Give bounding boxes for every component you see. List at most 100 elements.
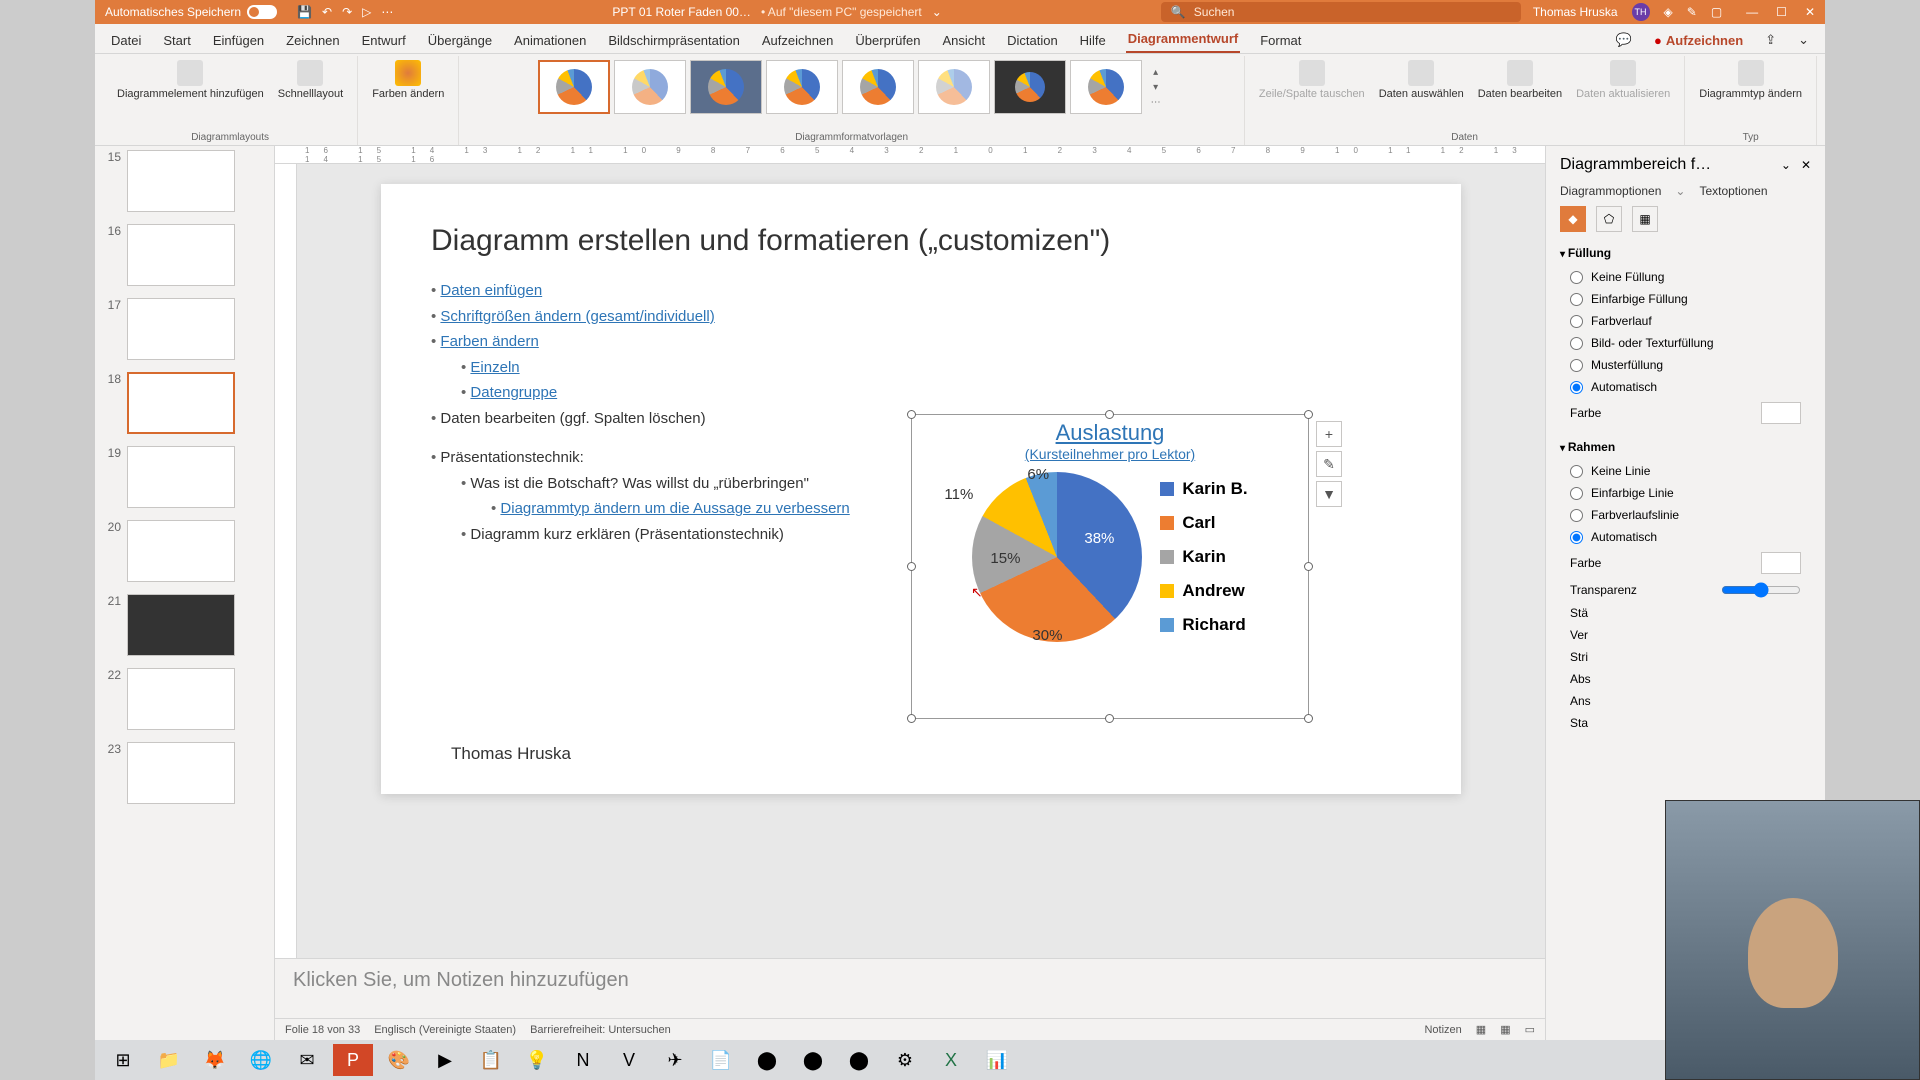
window-icon[interactable]: ▢ <box>1711 5 1722 19</box>
tab-ansicht[interactable]: Ansicht <box>940 28 987 53</box>
app-icon[interactable]: 📋 <box>471 1044 511 1076</box>
style-6[interactable] <box>918 60 990 114</box>
select-data-button[interactable]: Daten auswählen <box>1373 56 1470 105</box>
resize-handle[interactable] <box>907 714 916 723</box>
bullet-link[interactable]: Datengruppe <box>470 384 557 401</box>
fill-line-icon[interactable]: ◆ <box>1560 206 1586 232</box>
thumb-16[interactable] <box>127 224 235 286</box>
normal-view-icon[interactable]: ▦ <box>1476 1023 1486 1036</box>
thumb-20[interactable] <box>127 520 235 582</box>
chevron-down-icon[interactable]: ⌄ <box>1781 158 1791 172</box>
bullet-link[interactable]: Einzeln <box>470 359 519 376</box>
thumb-17[interactable] <box>127 298 235 360</box>
minimize-icon[interactable]: — <box>1746 5 1758 19</box>
record-button[interactable]: Aufzeichnen <box>1652 28 1745 53</box>
effects-icon[interactable]: ⬠ <box>1596 206 1622 232</box>
tab-ueberpruefen[interactable]: Überprüfen <box>853 28 922 53</box>
tab-einfuegen[interactable]: Einfügen <box>211 28 266 53</box>
change-chart-type-button[interactable]: Diagrammtyp ändern <box>1693 56 1808 105</box>
thumb-23[interactable] <box>127 742 235 804</box>
telegram-icon[interactable]: ✈ <box>655 1044 695 1076</box>
chart-elements-button[interactable]: + <box>1316 421 1342 447</box>
change-colors-button[interactable]: Farben ändern <box>366 56 450 105</box>
tab-start[interactable]: Start <box>161 28 192 53</box>
tab-text-optionen[interactable]: Textoptionen <box>1699 184 1767 198</box>
size-icon[interactable]: ▦ <box>1632 206 1658 232</box>
chrome-icon[interactable]: 🌐 <box>241 1044 281 1076</box>
search-box[interactable]: 🔍 Suchen <box>1161 2 1521 22</box>
document-name[interactable]: PPT 01 Roter Faden 00… <box>612 5 751 19</box>
gallery-more[interactable]: ▴▾⋯ <box>1146 67 1166 108</box>
bullet-link[interactable]: Daten einfügen <box>440 282 542 299</box>
chart-title[interactable]: Auslastung <box>912 420 1308 446</box>
excel-icon[interactable]: X <box>931 1044 971 1076</box>
thumb-19[interactable] <box>127 446 235 508</box>
notes-pane[interactable]: Klicken Sie, um Notizen hinzuzufügen <box>275 958 1545 1018</box>
pen-icon[interactable]: ✎ <box>1687 5 1697 19</box>
transparency-slider[interactable] <box>1721 582 1801 598</box>
undo-icon[interactable]: ↶ <box>322 5 332 19</box>
settings-icon[interactable]: ⚙ <box>885 1044 925 1076</box>
chart-styles-button[interactable]: ✎ <box>1316 451 1342 477</box>
chart-filters-button[interactable]: ▼ <box>1316 481 1342 507</box>
solid-fill-option[interactable]: Einfarbige Füllung <box>1560 288 1811 310</box>
resize-handle[interactable] <box>1304 410 1313 419</box>
border-section[interactable]: Rahmen <box>1560 434 1811 460</box>
sorter-view-icon[interactable]: ▦ <box>1500 1023 1510 1036</box>
tab-animationen[interactable]: Animationen <box>512 28 588 53</box>
onenote-icon[interactable]: N <box>563 1044 603 1076</box>
reading-view-icon[interactable]: ▭ <box>1525 1023 1535 1036</box>
outlook-icon[interactable]: ✉ <box>287 1044 327 1076</box>
toggle-switch[interactable] <box>247 5 277 19</box>
slide-counter[interactable]: Folie 18 von 33 <box>285 1024 360 1036</box>
thumb-18[interactable] <box>127 372 235 434</box>
tab-diagrammentwurf[interactable]: Diagrammentwurf <box>1126 26 1241 53</box>
resize-handle[interactable] <box>1304 714 1313 723</box>
autosave-toggle[interactable]: Automatisches Speichern <box>105 5 277 19</box>
slide-title[interactable]: Diagramm erstellen und formatieren („cus… <box>431 224 1411 258</box>
auto-line-option[interactable]: Automatisch <box>1560 526 1811 548</box>
app-icon[interactable]: ⬤ <box>839 1044 879 1076</box>
tab-entwurf[interactable]: Entwurf <box>360 28 408 53</box>
chart-subtitle[interactable]: (Kursteilnehmer pro Lektor) <box>912 446 1308 462</box>
auto-fill-option[interactable]: Automatisch <box>1560 376 1811 398</box>
solid-line-option[interactable]: Einfarbige Linie <box>1560 482 1811 504</box>
thumb-22[interactable] <box>127 668 235 730</box>
comments-icon[interactable]: 💬 <box>1614 27 1634 53</box>
user-name[interactable]: Thomas Hruska <box>1533 5 1618 19</box>
vlc-icon[interactable]: ▶ <box>425 1044 465 1076</box>
style-2[interactable] <box>614 60 686 114</box>
chevron-down-icon[interactable]: ⌄ <box>932 5 942 19</box>
bullet-link[interactable]: Diagrammtyp ändern um die Aussage zu ver… <box>500 500 849 517</box>
notes-toggle[interactable]: Notizen <box>1424 1024 1461 1036</box>
fill-color-picker[interactable] <box>1761 402 1801 424</box>
pattern-fill-option[interactable]: Musterfüllung <box>1560 354 1811 376</box>
tab-diagramm-optionen[interactable]: Diagrammoptionen <box>1560 184 1661 198</box>
app-icon[interactable]: V <box>609 1044 649 1076</box>
start-button[interactable]: ⊞ <box>103 1044 143 1076</box>
edit-data-button[interactable]: Daten bearbeiten <box>1472 56 1568 105</box>
app-icon[interactable]: 📊 <box>977 1044 1017 1076</box>
line-color-picker[interactable] <box>1761 552 1801 574</box>
resize-handle[interactable] <box>1105 714 1114 723</box>
tab-aufzeichnen[interactable]: Aufzeichnen <box>760 28 836 53</box>
close-pane-icon[interactable]: ✕ <box>1801 158 1811 172</box>
diamond-icon[interactable]: ◈ <box>1664 5 1673 19</box>
tab-dictation[interactable]: Dictation <box>1005 28 1060 53</box>
close-icon[interactable]: ✕ <box>1805 5 1815 19</box>
quick-layout-button[interactable]: Schnelllayout <box>272 56 349 105</box>
save-icon[interactable]: 💾 <box>297 5 312 19</box>
slide-thumbnails[interactable]: 15 16 17 18 19 20 21 22 23 <box>95 146 275 1040</box>
from-beginning-icon[interactable]: ▷ <box>362 5 371 19</box>
picture-fill-option[interactable]: Bild- oder Texturfüllung <box>1560 332 1811 354</box>
style-7[interactable] <box>994 60 1066 114</box>
accessibility[interactable]: Barrierefreiheit: Untersuchen <box>530 1024 671 1036</box>
app-icon[interactable]: 📄 <box>701 1044 741 1076</box>
gradient-line-option[interactable]: Farbverlaufslinie <box>1560 504 1811 526</box>
fill-section[interactable]: Füllung <box>1560 240 1811 266</box>
saved-location[interactable]: • Auf "diesem PC" gespeichert <box>761 5 922 19</box>
thumb-15[interactable] <box>127 150 235 212</box>
tab-format[interactable]: Format <box>1258 28 1303 53</box>
style-5[interactable] <box>842 60 914 114</box>
tab-datei[interactable]: Datei <box>109 28 143 53</box>
